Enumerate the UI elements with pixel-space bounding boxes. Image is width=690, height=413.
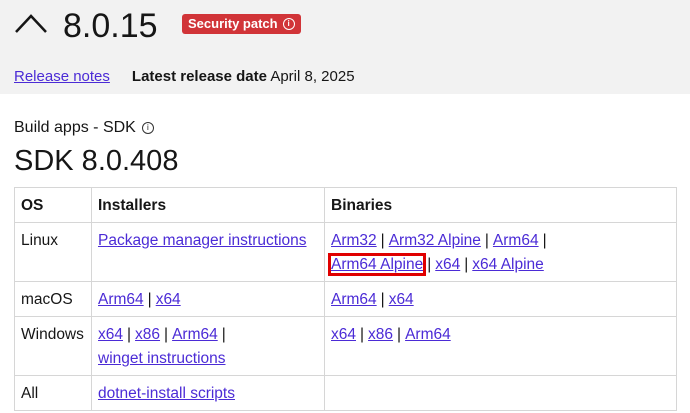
badge-label: Security patch <box>188 16 278 31</box>
column-header-binaries: Binaries <box>324 187 677 223</box>
separator: | <box>380 232 385 249</box>
table-row: All dotnet-install scripts <box>14 375 677 411</box>
separator: | <box>221 326 226 343</box>
separator: | <box>164 326 169 343</box>
separator: | <box>397 326 402 343</box>
latest-release-label: Latest release date <box>131 68 267 85</box>
binaries-cell: Arm64 | x64 <box>324 281 677 317</box>
os-cell: All <box>14 375 92 411</box>
table-header-row: OS Installers Binaries <box>14 187 677 223</box>
macos-binary-x64-link[interactable]: x64 <box>389 291 414 308</box>
chevron-up-icon[interactable] <box>14 12 48 34</box>
installers-cell: x64 | x86 | Arm64 | winget instructions <box>91 316 325 376</box>
separator: | <box>127 326 132 343</box>
sdk-title: SDK 8.0.408 <box>14 145 179 177</box>
release-version: 8.0.15 <box>63 7 158 45</box>
table-row: Linux Package manager instructions Arm32… <box>14 222 677 282</box>
downloads-table: OS Installers Binaries Linux Package man… <box>14 187 677 411</box>
release-notes-link[interactable]: Release notes <box>14 68 110 86</box>
installers-cell: Arm64 | x64 <box>91 281 325 317</box>
release-header: 8.0.15 Security patch i Release notes La… <box>0 0 690 94</box>
table-row: macOS Arm64 | x64 Arm64 | x64 <box>14 281 677 317</box>
linux-package-manager-link[interactable]: Package manager instructions <box>98 232 307 249</box>
dotnet-install-scripts-link[interactable]: dotnet-install scripts <box>98 385 235 402</box>
binaries-cell: Arm32 | Arm32 Alpine | Arm64 | Arm64 Alpine | x6… <box>324 222 677 282</box>
linux-x64-link[interactable]: x64 <box>435 256 460 273</box>
info-icon[interactable]: i <box>141 122 154 134</box>
windows-binary-x86-link[interactable]: x86 <box>368 326 393 343</box>
macos-binary-arm64-link[interactable]: Arm64 <box>331 291 377 308</box>
os-cell: Windows <box>14 316 92 376</box>
separator: | <box>380 291 385 308</box>
installers-cell: dotnet-install scripts <box>91 375 325 411</box>
linux-arm64-alpine-link[interactable]: Arm64 Alpine <box>327 253 427 276</box>
macos-installer-arm64-link[interactable]: Arm64 <box>98 291 144 308</box>
column-header-installers: Installers <box>91 187 325 223</box>
linux-x64-alpine-link[interactable]: x64 Alpine <box>472 256 544 273</box>
column-header-os: OS <box>14 187 92 223</box>
table-row: Windows x64 | x86 | Arm64 | winget instruction… <box>14 316 677 376</box>
separator: | <box>484 232 489 249</box>
latest-release: Latest release date April 8, 2025 <box>132 68 355 86</box>
os-cell: macOS <box>14 281 92 317</box>
windows-installer-x64-link[interactable]: x64 <box>98 326 123 343</box>
windows-binary-arm64-link[interactable]: Arm64 <box>405 326 451 343</box>
linux-arm32-alpine-link[interactable]: Arm32 Alpine <box>389 232 481 249</box>
macos-installer-x64-link[interactable]: x64 <box>156 291 181 308</box>
sdk-subtitle-text: Build apps - SDK <box>14 119 136 136</box>
separator: | <box>542 232 547 249</box>
separator: | <box>427 256 432 273</box>
separator: | <box>464 256 469 273</box>
installers-cell: Package manager instructions <box>91 222 325 282</box>
winget-instructions-link[interactable]: winget instructions <box>98 350 226 367</box>
info-icon[interactable]: i <box>282 18 295 30</box>
security-patch-badge: Security patch i <box>182 14 301 34</box>
separator: | <box>360 326 365 343</box>
release-meta: Release notes Latest release date April … <box>14 68 355 86</box>
binaries-cell-empty <box>324 375 677 411</box>
sdk-subtitle: Build apps - SDK i <box>14 118 154 138</box>
linux-arm32-link[interactable]: Arm32 <box>331 232 377 249</box>
os-cell: Linux <box>14 222 92 282</box>
windows-installer-x86-link[interactable]: x86 <box>135 326 160 343</box>
windows-installer-arm64-link[interactable]: Arm64 <box>172 326 218 343</box>
binaries-cell: x64 | x86 | Arm64 <box>324 316 677 376</box>
windows-binary-x64-link[interactable]: x64 <box>331 326 356 343</box>
linux-arm64-link[interactable]: Arm64 <box>493 232 539 249</box>
latest-release-date: April 8, 2025 <box>270 68 355 85</box>
separator: | <box>147 291 152 308</box>
